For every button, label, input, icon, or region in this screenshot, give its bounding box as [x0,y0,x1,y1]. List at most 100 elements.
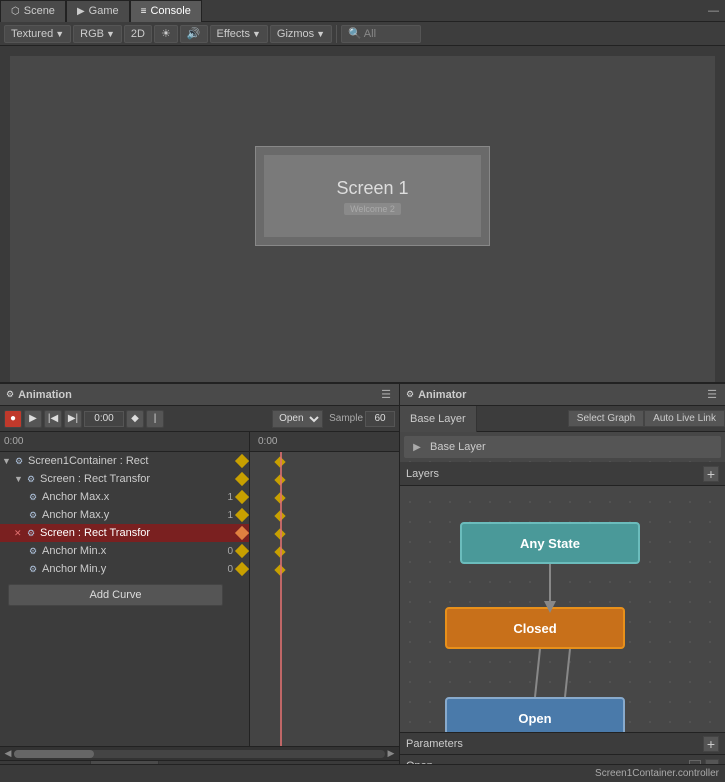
tree-icon-anchorminy: ⚙ [26,562,40,576]
scrollbar-track[interactable] [14,750,385,758]
scene-icon: ⬡ [11,6,20,17]
tree-item-screen-rect[interactable]: ▼ ⚙ Screen : Rect Transfor [0,470,249,488]
add-key-button[interactable]: ◆ [126,410,144,428]
ruler-time: 0:00 [4,436,23,447]
animator-graph: ▶ Base Layer Layers + Any State Closed O… [400,432,725,732]
twod-button[interactable]: 2D [124,25,152,43]
tree-item-screen-rect-2[interactable]: ✕ ⚙ Screen : Rect Transfor [0,524,249,542]
animator-panel-menu[interactable]: ☰ [705,388,719,402]
tree-arrow: ▼ [14,474,24,484]
scrollbar-thumb[interactable] [14,750,94,758]
state-closed[interactable]: Closed [445,607,625,649]
tree-icon-anchormaxx: ⚙ [26,490,40,504]
search-bar[interactable]: 🔍 All [341,25,421,43]
animator-toolbar: Base Layer Select Graph Auto Live Link [400,406,725,432]
timeline-scrollbar[interactable]: ◀ ▶ [0,746,399,760]
layers-add-button[interactable]: + [703,466,719,482]
add-event-button[interactable]: | [146,410,164,428]
tree-icon-anchormaxy: ⚙ [26,508,40,522]
playhead [280,452,282,746]
tree-item-anchor-max-y[interactable]: ⚙ Anchor Max.y 1 [0,506,249,524]
state-any-state[interactable]: Any State [460,522,640,564]
tab-scene[interactable]: ⬡ Scene [0,0,66,22]
scroll-left-arrow[interactable]: ◀ [2,748,14,760]
status-bar: Screen1Container.controller [0,764,725,782]
tree-item-anchor-max-x[interactable]: ⚙ Anchor Max.x 1 [0,488,249,506]
gizmos-arrow-icon: ▼ [316,29,325,39]
base-layer-bar: ▶ Base Layer [404,436,721,458]
scene-viewport: Screen 1 Welcome 2 [0,46,725,400]
keyframe-diamond[interactable] [235,508,249,522]
keyframe-diamond[interactable] [235,544,249,558]
game-icon: ▶ [77,6,85,17]
animation-panel-header: ⚙ Animation ☰ [0,384,399,406]
clip-select[interactable]: Open [272,410,323,428]
effects-arrow-icon: ▼ [252,29,261,39]
scene-inner: Screen 1 Welcome 2 [10,56,715,390]
keyframe-diamond[interactable] [235,562,249,576]
sun-icon-btn[interactable]: ☀ [154,25,178,43]
timeline-keyframes: 0:00 [250,432,399,746]
console-icon: ≡ [141,6,147,17]
textured-arrow-icon: ▼ [55,29,64,39]
layers-label: Layers [406,468,439,480]
sample-input[interactable] [365,411,395,427]
sample-label: Sample [329,413,363,424]
params-header: Parameters + [400,733,725,755]
rgb-dropdown[interactable]: RGB ▼ [73,25,122,43]
tab-game[interactable]: ▶ Game [66,0,130,22]
keyframe-diamond[interactable] [235,454,249,468]
keyframe-diamond[interactable] [235,472,249,486]
bottom-panel: ⚙ Animation ☰ ● ▶ |◀ ▶| ◆ | Open Sample [0,382,725,782]
animator-panel: ⚙ Animator ☰ Base Layer Select Graph Aut… [400,382,725,782]
tree-arrow: ▼ [2,456,12,466]
tree-item-screen1container[interactable]: ▼ ⚙ Screen1Container : Rect [0,452,249,470]
next-key-button[interactable]: ▶| [64,410,82,428]
time-input[interactable] [84,411,124,427]
timeline-tracks: 0:00 ▼ ⚙ Screen1Container : Rect ▼ ⚙ Scr… [0,432,250,746]
animation-panel-menu[interactable]: ☰ [379,388,393,402]
timeline-ruler-right: 0:00 [250,432,399,452]
play-button[interactable]: ▶ [24,410,42,428]
pin-button[interactable]: — [702,3,725,19]
tree-icon-settings: ⚙ [12,454,26,468]
timeline-ruler: 0:00 [0,432,249,452]
animator-gear-icon: ⚙ [406,389,414,400]
textured-dropdown[interactable]: Textured ▼ [4,25,71,43]
state-open[interactable]: Open [445,697,625,732]
screen-inner: Screen 1 Welcome 2 [264,155,481,237]
tree-item-anchor-min-y[interactable]: ⚙ Anchor Min.y 0 [0,560,249,578]
base-layer-tab[interactable]: Base Layer [400,406,477,432]
scroll-right-arrow[interactable]: ▶ [385,748,397,760]
params-add-button[interactable]: + [703,736,719,752]
auto-live-button[interactable]: Auto Live Link [644,410,725,427]
parameters-label: Parameters [406,738,463,750]
animation-panel: ⚙ Animation ☰ ● ▶ |◀ ▶| ◆ | Open Sample [0,382,400,782]
tree-icon-rect: ⚙ [24,472,38,486]
prev-key-button[interactable]: |◀ [44,410,62,428]
tab-console[interactable]: ≡ Console [130,0,202,22]
screen-subtitle: Welcome 2 [344,203,401,215]
animation-gear-icon: ⚙ [6,389,14,400]
effects-dropdown[interactable]: Effects ▼ [210,25,268,43]
record-button[interactable]: ● [4,410,22,428]
keyframe-diamond[interactable] [235,490,249,504]
keyframe-diamond-selected[interactable] [235,526,249,540]
select-graph-button[interactable]: Select Graph [568,410,644,427]
toolbar-separator [336,25,337,43]
animator-panel-header: ⚙ Animator ☰ [400,384,725,406]
timeline-area: 0:00 ▼ ⚙ Screen1Container : Rect ▼ ⚙ Scr… [0,432,399,746]
animator-layers: Layers + [400,462,725,486]
search-icon: 🔍 [348,27,362,40]
scene-toolbar: Textured ▼ RGB ▼ 2D ☀ 🔊 Effects ▼ Gizmos… [0,22,725,46]
rgb-arrow-icon: ▼ [106,29,115,39]
tab-bar: ⬡ Scene ▶ Game ≡ Console — [0,0,725,22]
add-curve-button[interactable]: Add Curve [8,584,223,606]
gizmos-dropdown[interactable]: Gizmos ▼ [270,25,332,43]
tree-arrow-x: ✕ [14,528,24,539]
audio-icon-btn[interactable]: 🔊 [180,25,208,43]
layer-play-icon: ▶ [410,440,424,454]
base-layer-label: Base Layer [430,441,486,453]
tree-icon-anchorminx: ⚙ [26,544,40,558]
tree-item-anchor-min-x[interactable]: ⚙ Anchor Min.x 0 [0,542,249,560]
